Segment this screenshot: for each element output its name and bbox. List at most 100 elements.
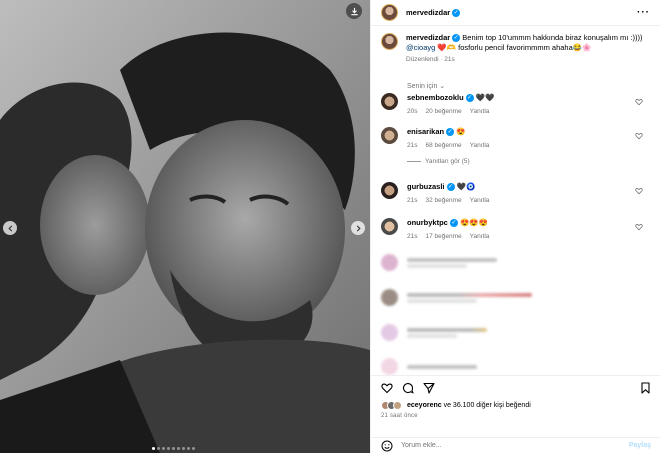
liker-avatars bbox=[381, 401, 402, 410]
carousel-dot bbox=[172, 447, 175, 450]
blurred-text bbox=[407, 333, 457, 338]
verified-icon: ✓ bbox=[446, 183, 455, 192]
reply-button[interactable]: Yanıtla bbox=[470, 233, 490, 240]
verified-icon: ✓ bbox=[452, 34, 461, 43]
blurred-comment bbox=[381, 324, 487, 341]
carousel-dot bbox=[182, 447, 185, 450]
comment-input[interactable] bbox=[401, 442, 629, 449]
comment-text: 🖤🧿 bbox=[456, 182, 476, 191]
comment-like-icon[interactable] bbox=[635, 223, 643, 231]
save-icon[interactable] bbox=[640, 382, 651, 394]
carousel-dot bbox=[177, 447, 180, 450]
comment-item: gurbuzasli ✓ 🖤🧿 21s 32 beğenme Yanıtla bbox=[381, 182, 643, 204]
more-options-icon[interactable]: ··· bbox=[637, 7, 650, 18]
carousel-prev-button[interactable] bbox=[3, 221, 17, 235]
blurred-text bbox=[407, 263, 467, 268]
caption-avatar[interactable] bbox=[381, 33, 398, 50]
comment-time: 21s bbox=[407, 233, 418, 240]
carousel-dot bbox=[157, 447, 160, 450]
comment-username[interactable]: gurbuzasli bbox=[407, 182, 445, 191]
verified-icon: ✓ bbox=[446, 128, 455, 137]
likes-first-user[interactable]: eceyorenc bbox=[407, 402, 442, 409]
view-replies-label: Yanıtları gör (5) bbox=[425, 158, 470, 165]
carousel-dot bbox=[167, 447, 170, 450]
caption-username[interactable]: mervedizdar bbox=[406, 33, 450, 42]
carousel-dots bbox=[152, 447, 195, 450]
verified-icon: ✓ bbox=[465, 94, 474, 103]
download-button[interactable] bbox=[346, 3, 362, 19]
comment-username[interactable]: enisarikan bbox=[407, 127, 444, 136]
like-icon[interactable] bbox=[381, 382, 393, 394]
caption-rest: ❤️🫶 fosforlu pencil favorimmmm ahaha😂🌸 bbox=[437, 43, 592, 52]
blurred-comment bbox=[381, 254, 497, 271]
post-photo[interactable] bbox=[0, 0, 370, 453]
carousel-dot bbox=[162, 447, 165, 450]
comment-filter-dropdown[interactable]: Senin için ⌄ bbox=[407, 82, 660, 90]
blurred-text bbox=[407, 298, 477, 303]
post-actions: eceyorenc ve 36.100 diğer kişi beğendi 2… bbox=[371, 375, 660, 419]
posted-time: 21 saat önce bbox=[381, 413, 418, 419]
comment-like-icon[interactable] bbox=[635, 98, 643, 106]
comment-likes[interactable]: 17 beğenme bbox=[425, 233, 461, 240]
chevron-left-icon bbox=[7, 224, 12, 232]
carousel-dot bbox=[152, 447, 155, 450]
caption-mention[interactable]: @cioayg bbox=[406, 43, 435, 52]
post-comment-button[interactable]: Paylaş bbox=[629, 442, 651, 449]
verified-icon: ✓ bbox=[449, 219, 458, 228]
comment-like-icon[interactable] bbox=[635, 132, 643, 140]
author-username[interactable]: mervedizdar bbox=[406, 8, 450, 17]
commenter-avatar[interactable] bbox=[381, 218, 398, 235]
comment-item: enisarikan ✓ 😍 21s 68 beğenme Yanıtla Yanıt… bbox=[381, 127, 643, 165]
post-side-panel: mervedizdar ✓ ··· mervedizdar ✓ Benim top… bbox=[370, 0, 660, 453]
comment-username[interactable]: onurbyktpc bbox=[407, 218, 448, 227]
chevron-right-icon bbox=[356, 224, 361, 232]
comment-text: 😍 bbox=[456, 127, 466, 136]
carousel-dot bbox=[192, 447, 195, 450]
likes-summary: eceyorenc ve 36.100 diğer kişi beğendi bbox=[381, 401, 651, 410]
reply-button[interactable]: Yanıtla bbox=[470, 108, 490, 115]
comment-text: 😍😍😍 bbox=[459, 218, 488, 227]
commenter-avatar[interactable] bbox=[381, 182, 398, 199]
comment-time: 21s bbox=[407, 197, 418, 204]
post-header: mervedizdar ✓ ··· bbox=[371, 0, 660, 26]
comment-likes[interactable]: 68 beğenme bbox=[425, 142, 461, 149]
download-icon bbox=[350, 7, 358, 15]
blurred-comment bbox=[381, 289, 532, 306]
comment-like-icon[interactable] bbox=[635, 187, 643, 195]
likes-count[interactable]: ve 36.100 diğer kişi beğendi bbox=[444, 402, 531, 409]
blurred-avatar bbox=[381, 324, 398, 341]
blurred-avatar bbox=[381, 358, 398, 375]
comment-icon[interactable] bbox=[402, 382, 414, 394]
comment-item: sebnembozoklu ✓ 🖤🖤 20s 20 beğenme Yanıtla bbox=[381, 93, 643, 115]
comment-username[interactable]: sebnembozoklu bbox=[407, 93, 464, 102]
blurred-avatar bbox=[381, 289, 398, 306]
caption-meta: Düzenlendi · 21s bbox=[406, 56, 455, 63]
comment-text: 🖤🖤 bbox=[475, 93, 495, 102]
replies-line bbox=[407, 160, 421, 162]
photo-image bbox=[0, 0, 370, 453]
liker-avatar bbox=[393, 401, 402, 410]
view-replies-button[interactable]: Yanıtları gör (5) bbox=[407, 158, 489, 165]
blurred-comment bbox=[381, 358, 477, 375]
blurred-text bbox=[407, 327, 487, 332]
add-comment-bar: Paylaş bbox=[371, 437, 660, 453]
commenter-avatar[interactable] bbox=[381, 127, 398, 144]
blurred-text bbox=[407, 292, 532, 297]
blurred-text bbox=[407, 257, 497, 262]
share-icon[interactable] bbox=[423, 382, 435, 394]
verified-icon: ✓ bbox=[452, 8, 461, 17]
carousel-dot bbox=[187, 447, 190, 450]
reply-button[interactable]: Yanıtla bbox=[470, 142, 490, 149]
carousel-next-button[interactable] bbox=[351, 221, 365, 235]
comment-likes[interactable]: 20 beğenme bbox=[425, 108, 461, 115]
post-caption: mervedizdar ✓ Benim top 10'ummm hakkında … bbox=[371, 26, 660, 65]
comment-time: 21s bbox=[407, 142, 418, 149]
comment-item: onurbyktpc ✓ 😍😍😍 21s 17 beğenme Yanıtla bbox=[381, 218, 643, 240]
blurred-text bbox=[407, 364, 477, 369]
commenter-avatar[interactable] bbox=[381, 93, 398, 110]
author-avatar[interactable] bbox=[381, 4, 398, 21]
comment-likes[interactable]: 32 beğenme bbox=[425, 197, 461, 204]
blurred-avatar bbox=[381, 254, 398, 271]
emoji-icon[interactable] bbox=[381, 440, 393, 452]
reply-button[interactable]: Yanıtla bbox=[470, 197, 490, 204]
